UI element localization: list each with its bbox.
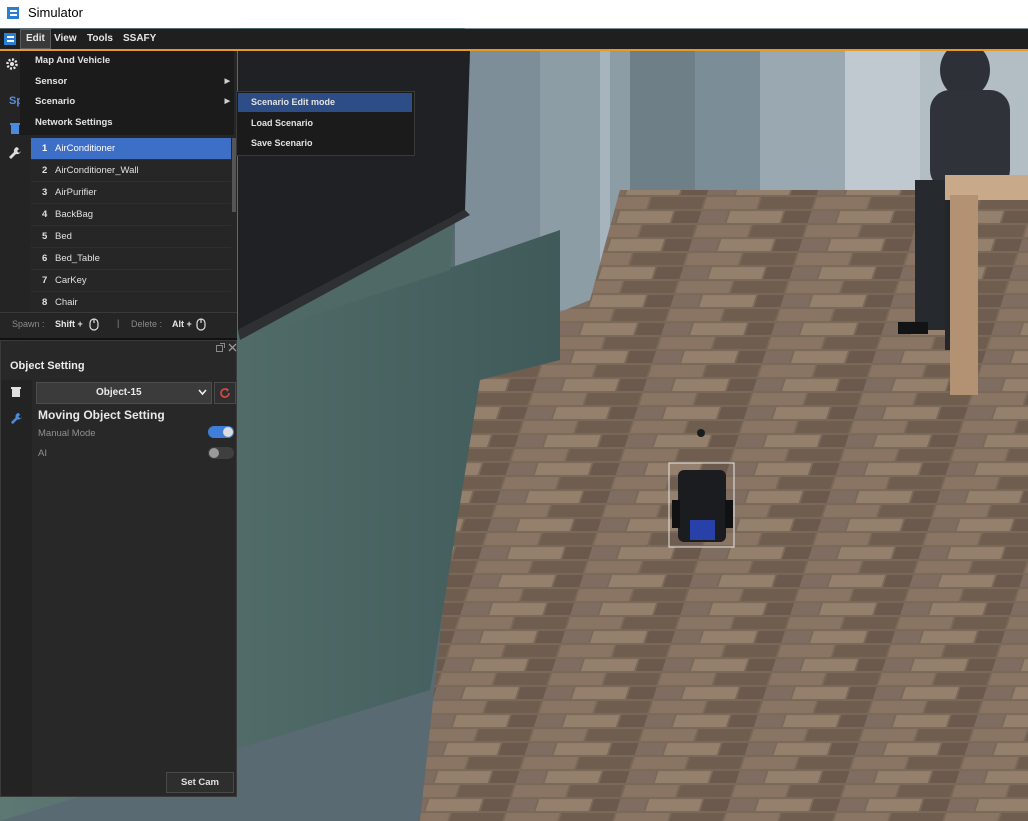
list-item[interactable]: 6 Bed_Table bbox=[31, 248, 231, 270]
manual-mode-toggle[interactable] bbox=[208, 426, 234, 438]
window-titlebar: Simulator bbox=[0, 0, 1028, 28]
mouse-icon bbox=[89, 318, 99, 331]
object-setting-toolstrip bbox=[1, 380, 32, 796]
spawn-key: Shift + bbox=[55, 319, 83, 329]
ai-label: AI bbox=[38, 448, 47, 459]
ai-toggle[interactable] bbox=[208, 447, 234, 459]
submenu-item-load-scenario[interactable]: Load Scenario bbox=[238, 114, 412, 133]
submenu-arrow-icon: ▶ bbox=[224, 98, 230, 105]
list-item[interactable]: 1 AirConditioner bbox=[31, 138, 231, 160]
wrench-icon[interactable] bbox=[8, 146, 22, 160]
delete-key: Alt + bbox=[172, 319, 192, 329]
submenu-arrow-icon: ▶ bbox=[224, 78, 230, 85]
manual-mode-label: Manual Mode bbox=[38, 428, 96, 439]
delete-label: Delete : bbox=[131, 319, 163, 329]
submenu-item-save-scenario[interactable]: Save Scenario bbox=[238, 134, 412, 153]
list-item[interactable]: 3 AirPurifier bbox=[31, 182, 231, 204]
section-title: Moving Object Setting bbox=[38, 408, 165, 422]
menu-item-sensor[interactable]: Sensor ▶ bbox=[20, 72, 234, 92]
list-item[interactable]: 7 CarKey bbox=[31, 270, 231, 292]
menu-edit[interactable]: Edit bbox=[20, 29, 51, 49]
spawn-label: Spawn : bbox=[12, 319, 45, 329]
submenu-item-scenario-edit-mode[interactable]: Scenario Edit mode bbox=[238, 93, 412, 112]
menu-ssafy[interactable]: SSAFY bbox=[118, 29, 161, 49]
reset-button[interactable] bbox=[214, 382, 236, 404]
undock-icon[interactable] bbox=[216, 343, 225, 352]
window-title: Simulator bbox=[28, 5, 83, 20]
menu-tools[interactable]: Tools bbox=[82, 29, 118, 49]
list-item[interactable]: 4 BackBag bbox=[31, 204, 231, 226]
wrench-icon[interactable] bbox=[10, 412, 23, 425]
menu-view[interactable]: View bbox=[49, 29, 82, 49]
chevron-down-icon bbox=[198, 389, 207, 396]
robot-vehicle[interactable] bbox=[668, 462, 735, 548]
menu-item-network-settings[interactable]: Network Settings bbox=[20, 113, 234, 133]
spawn-shortcut-bar: Spawn : Shift + | Delete : Alt + bbox=[0, 312, 237, 337]
menu-item-scenario[interactable]: Scenario ▶ bbox=[20, 92, 234, 112]
mouse-icon bbox=[196, 318, 206, 331]
menu-item-map-and-vehicle[interactable]: Map And Vehicle bbox=[20, 51, 234, 71]
simulator-app-icon bbox=[7, 7, 19, 19]
app-logo-icon[interactable] bbox=[3, 32, 17, 46]
list-item[interactable]: 5 Bed bbox=[31, 226, 231, 248]
close-icon[interactable] bbox=[228, 343, 237, 352]
list-item[interactable]: 8 Chair bbox=[31, 292, 231, 310]
menu-bar: Edit View Tools SSAFY bbox=[0, 29, 1028, 51]
object-select-dropdown[interactable]: Object-15 bbox=[36, 382, 212, 404]
object-list: 1 AirConditioner 2 AirConditioner_Wall 3… bbox=[31, 138, 231, 310]
gear-icon[interactable] bbox=[5, 57, 19, 71]
set-cam-button[interactable]: Set Cam bbox=[166, 772, 234, 793]
panel-title: Object Setting bbox=[10, 360, 85, 372]
refresh-icon bbox=[220, 388, 230, 398]
trash-icon[interactable] bbox=[10, 386, 22, 398]
edit-menu-dropdown: Map And Vehicle Sensor ▶ Scenario ▶ Netw… bbox=[20, 51, 234, 135]
scenario-submenu: Scenario Edit mode Load Scenario Save Sc… bbox=[236, 91, 415, 156]
list-item[interactable]: 2 AirConditioner_Wall bbox=[31, 160, 231, 182]
